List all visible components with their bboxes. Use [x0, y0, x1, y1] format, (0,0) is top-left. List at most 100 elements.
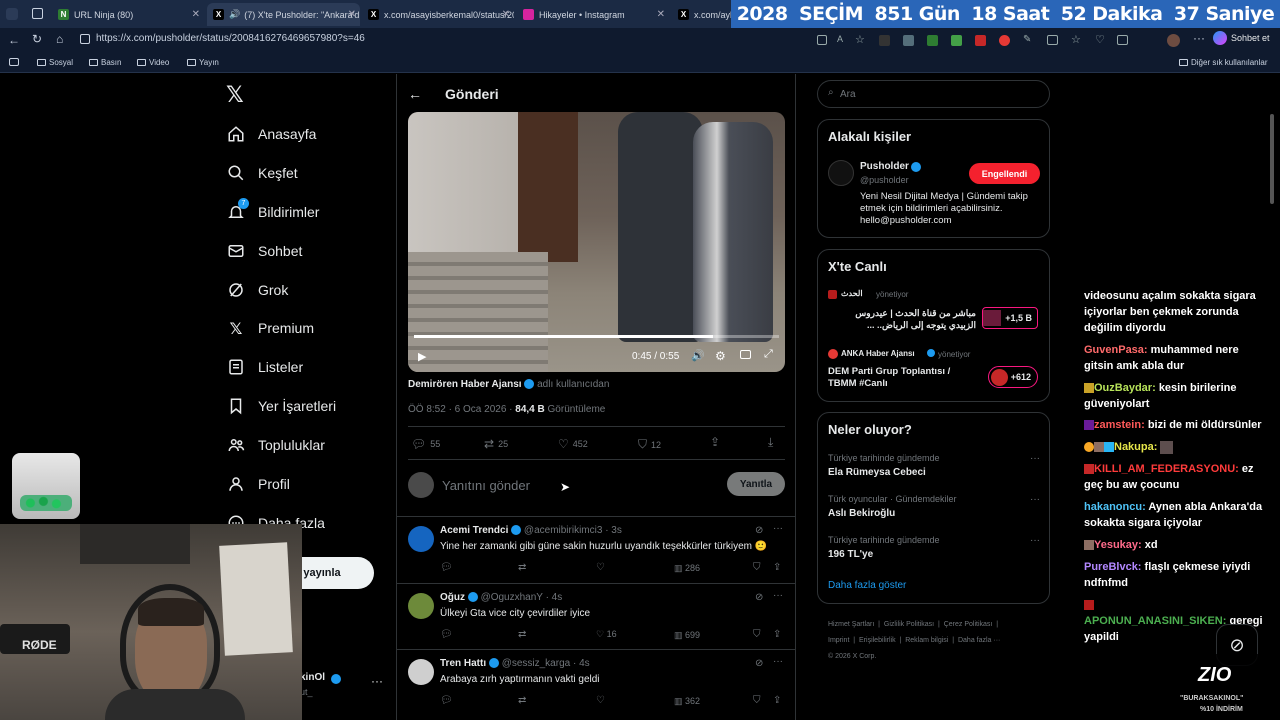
reply-item[interactable]: Tren Hattı @sessiz_karga · 4s ⊘ ··· Arab…	[397, 649, 796, 715]
settings-gear-icon[interactable]: ⚙	[715, 349, 726, 363]
share-icon[interactable]: ⇪	[710, 435, 720, 449]
close-tab-icon[interactable]: ✕	[348, 9, 356, 20]
more-menu-icon[interactable]: ···	[1193, 31, 1205, 45]
favorite-star-icon[interactable]: ☆	[855, 33, 865, 46]
back-icon[interactable]: ←	[8, 33, 20, 47]
more-options-icon[interactable]: ···	[1030, 535, 1040, 546]
account-more-icon[interactable]: ···	[371, 674, 383, 688]
video-player[interactable]: ▶ 0:45 / 0:55 🔊 ⚙ ⤢	[408, 112, 785, 372]
like-count[interactable]: ♡ 16	[596, 629, 617, 640]
pip-icon[interactable]	[740, 350, 751, 359]
repost-count-button[interactable]: ⇄ 25	[484, 437, 508, 451]
share-icon[interactable]: ⇪	[773, 562, 781, 573]
url-field[interactable]: https://x.com/pusholder/status/200841627…	[96, 33, 365, 44]
bookmark-count-button[interactable]: ⛉ 12	[638, 437, 661, 452]
heart-icon[interactable]: ♡	[596, 562, 605, 573]
page-scrollbar[interactable]	[1270, 114, 1274, 204]
extension-icon[interactable]	[879, 35, 890, 46]
bookmark-folder[interactable]: Video	[137, 58, 169, 67]
copilot-chat-button[interactable]: Sohbet et	[1213, 31, 1270, 45]
grok-icon[interactable]: ⊘	[755, 592, 763, 603]
heart-icon[interactable]: ♡	[596, 695, 605, 706]
close-tab-icon[interactable]: ✕	[192, 9, 200, 20]
extension-icon[interactable]	[975, 35, 986, 46]
download-icon[interactable]: ⤓	[768, 435, 773, 450]
sidebar-item-lists[interactable]: Listeler	[226, 357, 303, 377]
x-logo-icon[interactable]: 𝕏	[226, 83, 244, 108]
sidebar-item-chat[interactable]: Sohbet	[226, 241, 302, 261]
puzzle-icon[interactable]: ✎	[1023, 34, 1031, 45]
repost-icon[interactable]: ⇄	[518, 629, 526, 640]
tab-pusholder[interactable]: X 🔊 (7) X'te Pusholder: "Ankara'd ✕	[207, 3, 360, 26]
favorites-icon[interactable]: ☆	[1071, 33, 1081, 46]
workspaces-icon[interactable]	[32, 8, 43, 19]
reply-icon[interactable]: 💬︎	[440, 695, 453, 706]
views-count[interactable]: ▥ 362	[674, 696, 700, 707]
tab-list-icon[interactable]	[6, 8, 18, 20]
reply-icon[interactable]: 💬︎	[440, 629, 453, 640]
sidebar-item-communities[interactable]: Topluluklar	[226, 435, 325, 455]
read-aloud-icon[interactable]: A	[837, 34, 843, 44]
blocked-button[interactable]: Engellendi	[969, 163, 1040, 184]
like-count-button[interactable]: ♡ 452	[558, 437, 588, 451]
profile-avatar[interactable]	[1167, 34, 1180, 47]
sidebar-item-profile[interactable]: Profil	[226, 474, 290, 494]
reply-item[interactable]: Acemi Trendci @acemibirikimci3 · 3s ⊘ ··…	[397, 516, 796, 583]
trend-item[interactable]: Türkiye tarihinde gündemde Ela Rümeysa C…	[828, 453, 1040, 478]
more-options-icon[interactable]: ···	[1030, 453, 1040, 464]
reply-icon[interactable]: 💬︎	[440, 562, 453, 573]
sidebar-item-explore[interactable]: Keşfet	[226, 163, 298, 183]
other-bookmarks[interactable]: Diğer sık kullanılanlar	[1179, 58, 1267, 67]
close-tab-icon[interactable]: ✕	[502, 9, 510, 20]
bookmark-icon[interactable]: ⛉	[753, 629, 761, 640]
extension-icon[interactable]	[903, 35, 914, 46]
reply-item[interactable]: Oğuz @OguzxhanY · 4s ⊘ ··· Ülkeyi Gta vi…	[397, 583, 796, 649]
share-icon[interactable]: ⇪	[773, 629, 781, 640]
search-box[interactable]: ⌕ Ara	[817, 80, 1050, 108]
bookmark-folder[interactable]: Sosyal	[37, 58, 73, 67]
reload-icon[interactable]: ↻	[32, 32, 42, 46]
site-info-icon[interactable]	[80, 34, 90, 44]
sidebar-item-notifications[interactable]: 7 Bildirimler	[226, 198, 319, 222]
extension-icon[interactable]	[927, 35, 938, 46]
speaker-icon[interactable]: 🔊	[229, 9, 240, 20]
extension-icon[interactable]	[999, 35, 1010, 46]
heart-icon[interactable]: ♡	[1095, 33, 1105, 46]
attribution-name[interactable]: Demirören Haber Ajansı	[408, 379, 522, 390]
home-icon[interactable]: ⌂	[56, 32, 63, 46]
account-switcher[interactable]: kinOl ut_ ···	[300, 672, 390, 702]
reply-button[interactable]: Yanıtla	[727, 472, 785, 496]
trend-item[interactable]: Türk oyuncular · Gündemdekiler Aslı Beki…	[828, 494, 1040, 519]
share-icon[interactable]: ⇪	[773, 695, 781, 706]
repost-icon[interactable]: ⇄	[518, 695, 526, 706]
show-more-link[interactable]: Daha fazla göster	[828, 580, 906, 591]
fullscreen-icon[interactable]: ⤢	[764, 348, 773, 361]
live-item[interactable]: الحدث yönetiyor مباشر من قناة الحدث | عي…	[828, 289, 1040, 337]
views-count[interactable]: ▥ 699	[674, 630, 700, 641]
reply-input[interactable]: Yanıtını gönder	[442, 478, 530, 493]
reply-count-button[interactable]: 💬︎ 55	[411, 437, 440, 451]
sidebar-item-home[interactable]: Anasayfa	[226, 124, 316, 144]
tab-asayis[interactable]: X x.com/asayisberkemal0/status/20 ✕	[362, 3, 514, 26]
more-options-icon[interactable]: ···	[773, 590, 783, 601]
volume-icon[interactable]: 🔊	[691, 349, 705, 362]
bookmark-folder[interactable]: Yayın	[187, 58, 219, 67]
more-options-icon[interactable]: ···	[773, 656, 783, 667]
sidebar-item-premium[interactable]: 𝕏 Premium	[226, 318, 314, 338]
tab-instagram[interactable]: Hikayeler • Instagram ✕	[517, 3, 669, 26]
reading-list-icon[interactable]	[9, 58, 19, 66]
close-tab-icon[interactable]: ✕	[657, 9, 665, 20]
views-count[interactable]: ▥ 286	[674, 563, 700, 574]
play-icon[interactable]: ▶	[418, 350, 426, 363]
extension-icon[interactable]	[951, 35, 962, 46]
tab-ayk[interactable]: X x.com/ayk	[672, 3, 732, 26]
app-icon[interactable]	[817, 35, 827, 45]
bookmark-icon[interactable]: ⛉	[753, 562, 761, 573]
live-item[interactable]: ANKA Haber Ajansı yönetiyor DEM Parti Gr…	[828, 349, 1040, 397]
grok-icon[interactable]: ⊘	[755, 658, 763, 669]
grok-icon[interactable]: ⊘	[755, 525, 763, 536]
trend-item[interactable]: Türkiye tarihinde gündemde 196 TL'ye ···	[828, 535, 1040, 560]
bookmark-folder[interactable]: Basın	[89, 58, 121, 67]
bookmark-icon[interactable]: ⛉	[753, 695, 761, 706]
sidebar-item-grok[interactable]: Grok	[226, 280, 288, 300]
